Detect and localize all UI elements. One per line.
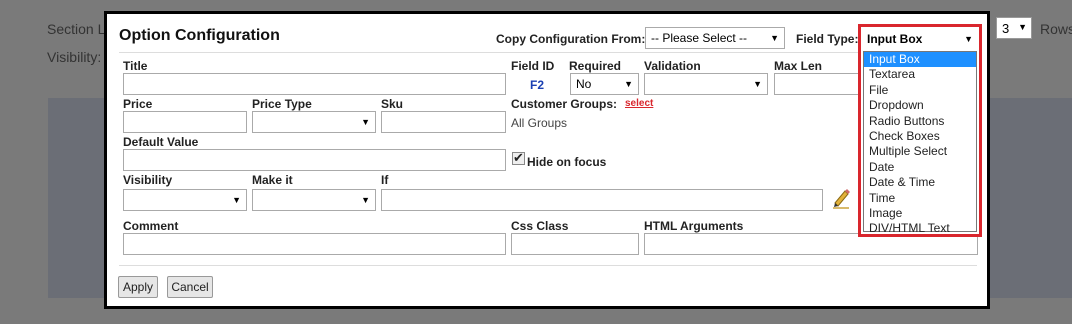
dropdown-option[interactable]: Multiple Select [864,144,976,159]
customer-groups-select-link[interactable]: select [625,98,653,109]
price-type-label: Price Type [252,97,312,111]
field-type-dropdown[interactable]: Input Box ▼ Input Box Textarea File Dropd… [858,24,982,237]
modal-title: Option Configuration [119,27,280,44]
comment-input[interactable] [123,233,506,255]
required-label: Required [569,59,622,73]
default-value-input[interactable] [123,149,506,171]
dropdown-option[interactable]: Textarea [864,67,976,82]
hide-on-focus-label: Hide on focus [527,155,607,169]
chevron-down-icon: ▼ [232,195,241,205]
checkmark-icon: ✔ [513,150,524,165]
css-class-label: Css Class [511,219,569,233]
copy-from-select[interactable]: -- Please Select -- ▼ [645,27,785,49]
sku-label: Sku [381,97,404,111]
price-type-select[interactable]: ▼ [252,111,376,133]
dropdown-option[interactable]: Date [864,160,976,175]
chevron-down-icon: ▼ [964,34,973,44]
all-groups-text: All Groups [511,116,568,130]
title-label: Title [123,59,148,73]
hide-on-focus-checkbox[interactable]: ✔ [512,150,525,165]
field-id-label: Field ID [511,59,555,73]
chevron-down-icon: ▼ [624,79,633,89]
visibility-label: Visibility [123,173,173,187]
dropdown-option[interactable]: File [864,83,976,98]
bg-rows-label: Rows [1040,21,1072,37]
html-arguments-label: HTML Arguments [644,219,744,233]
apply-button[interactable]: Apply [118,276,158,298]
if-input[interactable] [381,189,823,211]
required-select[interactable]: No ▼ [570,73,639,95]
header-divider [119,52,977,53]
chevron-down-icon: ▼ [770,33,779,43]
sku-input[interactable] [381,111,506,133]
bg-section-label: Section L [47,21,106,37]
bg-visibility-label: Visibility: [47,49,102,65]
make-it-select[interactable]: ▼ [252,189,376,211]
copy-from-label: Copy Configuration From: [496,32,646,46]
dropdown-option[interactable]: Check Boxes [864,129,976,144]
customer-groups-label: Customer Groups: [511,97,618,111]
option-configuration-modal: Option Configuration Copy Configuration … [104,11,990,309]
price-input[interactable] [123,111,247,133]
field-type-options-list: Input Box Textarea File Dropdown Radio B… [863,51,977,235]
footer-divider [119,265,977,266]
dropdown-option[interactable]: Date & Time [864,175,976,190]
dropdown-option[interactable]: Dropdown [864,98,976,113]
chevron-down-icon: ▼ [361,195,370,205]
validation-select[interactable]: ▼ [644,73,768,95]
default-value-label: Default Value [123,135,199,149]
chevron-down-icon: ▼ [753,79,762,89]
bg-rows-select[interactable]: 3 ▼ [996,17,1032,39]
comment-label: Comment [123,219,179,233]
css-class-input[interactable] [511,233,639,255]
price-label: Price [123,97,153,111]
dropdown-option[interactable]: DIV/HTML Text [864,221,976,236]
pencil-icon[interactable] [831,187,851,209]
dropdown-option[interactable]: Time [864,191,976,206]
cancel-button[interactable]: Cancel [167,276,213,298]
if-label: If [381,173,389,187]
field-id-value: F2 [530,78,545,92]
dropdown-option[interactable]: Image [864,206,976,221]
field-type-selected[interactable]: Input Box ▼ [863,29,977,49]
max-len-label: Max Len [774,59,823,73]
max-len-input[interactable] [774,73,860,95]
chevron-down-icon: ▼ [361,117,370,127]
validation-label: Validation [644,59,701,73]
dropdown-option[interactable]: Input Box [864,52,976,68]
field-type-label: Field Type: [796,32,859,46]
make-it-label: Make it [252,173,293,187]
title-input[interactable] [123,73,506,95]
dropdown-option[interactable]: Radio Buttons [864,114,976,129]
visibility-select[interactable]: ▼ [123,189,247,211]
